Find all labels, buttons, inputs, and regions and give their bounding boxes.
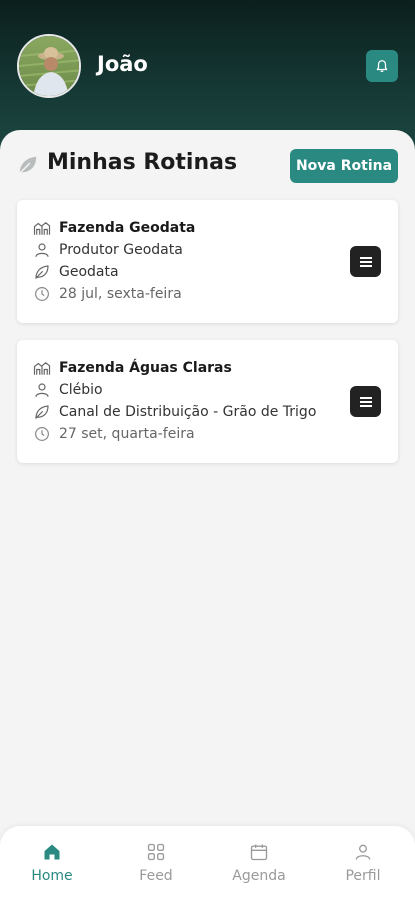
crop-name: Canal de Distribuição - Grão de Trigo xyxy=(59,404,317,420)
nav-label: Feed xyxy=(139,868,173,884)
user-icon xyxy=(33,241,51,259)
page-title: Minhas Rotinas xyxy=(47,150,238,175)
grid-icon xyxy=(147,843,165,861)
farm-row: Fazenda Geodata xyxy=(33,218,195,238)
menu-icon xyxy=(359,256,372,267)
routine-menu-button[interactable] xyxy=(350,246,381,277)
routine-date: 28 jul, sexta-feira xyxy=(59,286,182,302)
notifications-button[interactable] xyxy=(366,50,398,82)
nav-item-agenda[interactable]: Agenda xyxy=(219,842,299,884)
routine-date: 27 set, quarta-feira xyxy=(59,426,195,442)
crop-name: Geodata xyxy=(59,264,119,280)
avatar[interactable] xyxy=(17,34,81,98)
farm-icon xyxy=(33,219,51,237)
avatar-photo xyxy=(19,36,79,96)
farm-icon xyxy=(33,359,51,377)
user-icon xyxy=(33,381,51,399)
main-content: Minhas Rotinas Nova Rotina Fazenda Geoda… xyxy=(0,130,415,830)
routine-menu-button[interactable] xyxy=(350,386,381,417)
menu-icon xyxy=(359,396,372,407)
leaf-outline-icon xyxy=(33,263,51,281)
bell-icon xyxy=(376,60,388,73)
producer-name: Produtor Geodata xyxy=(59,242,183,258)
farm-row: Fazenda Águas Claras xyxy=(33,358,232,378)
routine-card[interactable]: Fazenda Geodata Produtor Geodata Geodata… xyxy=(17,200,398,323)
nav-label: Agenda xyxy=(232,868,286,884)
producer-name: Clébio xyxy=(59,382,103,398)
farm-name: Fazenda Geodata xyxy=(59,220,196,236)
calendar-icon xyxy=(250,844,268,861)
home-icon xyxy=(44,844,60,860)
routine-card[interactable]: Fazenda Águas Claras Clébio Canal de Dis… xyxy=(17,340,398,463)
leaf-outline-icon xyxy=(33,403,51,421)
producer-row: Clébio xyxy=(33,380,103,400)
clock-icon xyxy=(33,425,51,443)
nav-label: Home xyxy=(31,868,73,884)
date-row: 27 set, quarta-feira xyxy=(33,424,195,444)
clock-icon xyxy=(33,285,51,303)
leaf-icon xyxy=(19,156,37,174)
new-routine-button[interactable]: Nova Rotina xyxy=(290,149,398,183)
date-row: 28 jul, sexta-feira xyxy=(33,284,182,304)
nav-item-feed[interactable]: Feed xyxy=(116,842,196,884)
nav-item-home[interactable]: Home xyxy=(12,842,92,884)
user-icon xyxy=(355,844,371,860)
bottom-nav: Home Feed Agenda Perfil xyxy=(0,826,415,900)
nav-item-perfil[interactable]: Perfil xyxy=(323,842,403,884)
farm-name: Fazenda Águas Claras xyxy=(59,360,232,376)
producer-row: Produtor Geodata xyxy=(33,240,183,260)
nav-label: Perfil xyxy=(345,868,381,884)
crop-row: Canal de Distribuição - Grão de Trigo xyxy=(33,402,316,422)
crop-row: Geodata xyxy=(33,262,119,282)
user-name: João xyxy=(97,52,148,76)
